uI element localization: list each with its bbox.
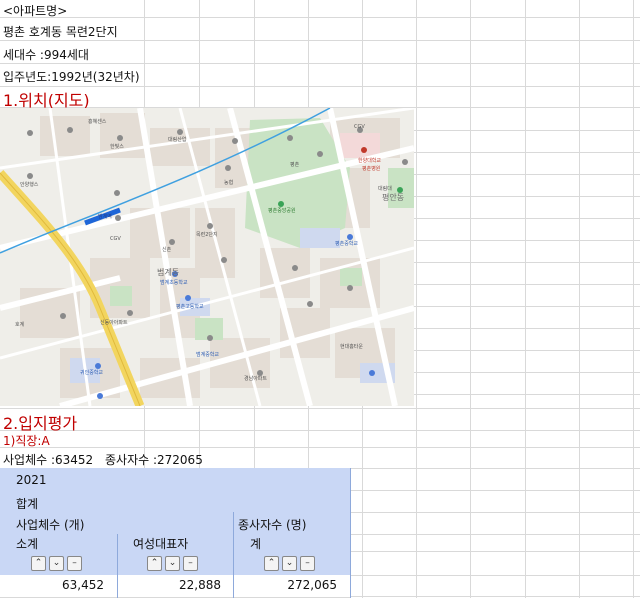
map-label: 범계초등학교 — [160, 279, 188, 286]
map-label: 평촌중학교 — [335, 240, 358, 247]
table-total-label[interactable]: 합계 — [16, 495, 38, 512]
table-sub-total[interactable]: 계 — [250, 535, 261, 552]
year-built[interactable]: 입주년도:1992년(32년차) — [3, 68, 140, 85]
column-divider — [633, 0, 634, 598]
map-label: CGV — [110, 236, 121, 242]
map-label: 흥혜센스 — [88, 118, 107, 125]
map-label: 평촌병원 — [362, 165, 381, 172]
table-sub-female[interactable]: 여성대표자 — [133, 535, 188, 552]
value-business[interactable]: 63,452 — [0, 578, 104, 592]
minus-icon[interactable]: – — [67, 556, 82, 571]
map-label: 평촌중앙공원 — [268, 207, 296, 214]
map-label: 호계 — [15, 321, 25, 328]
apartment-header-label[interactable]: <아파트명> — [3, 2, 67, 19]
sort-down-icon[interactable]: ⌄ — [165, 556, 180, 571]
sort-up-icon[interactable]: ⌃ — [147, 556, 162, 571]
map-label: 신동아아파트 — [100, 319, 128, 326]
value-employee[interactable]: 272,065 — [233, 578, 337, 592]
row-divider — [0, 63, 640, 64]
row-divider — [0, 408, 640, 409]
households-count[interactable]: 세대수 :994세대 — [3, 46, 89, 63]
row-divider — [0, 17, 640, 18]
map-label: 한양대학교 — [358, 157, 381, 164]
table-col-business[interactable]: 사업체수 (개) — [16, 516, 84, 533]
employee-count[interactable]: 종사자수 :272065 — [105, 451, 203, 468]
sort-down-icon[interactable]: ⌄ — [49, 556, 64, 571]
map-area-label: 평안동 — [382, 192, 404, 202]
row-divider — [0, 430, 640, 431]
value-female[interactable]: 22,888 — [117, 578, 221, 592]
table-header-row — [0, 490, 351, 513]
table-header-row — [0, 468, 351, 491]
map-label: 평촌고등학교 — [176, 303, 204, 310]
sort-down-icon[interactable]: ⌄ — [282, 556, 297, 571]
map-label: 안양행스 — [20, 181, 39, 188]
table-col-employee[interactable]: 종사자수 (명) — [238, 516, 306, 533]
column-divider — [579, 0, 580, 598]
row-divider — [0, 447, 640, 448]
map-label: 한빛스 — [110, 143, 124, 150]
map-label: 대림대 — [378, 185, 392, 192]
map-label: 대림산업 — [168, 136, 186, 143]
business-count[interactable]: 사업체수 :63452 — [3, 451, 93, 468]
map-area-label: 범계동 — [157, 267, 179, 277]
map-label: 평촌 — [290, 161, 300, 168]
minus-icon[interactable]: – — [300, 556, 315, 571]
subsection-workplace-title[interactable]: 1)직장:A — [3, 432, 50, 449]
table-year[interactable]: 2021 — [16, 473, 47, 487]
apartment-name[interactable]: 평촌 호계동 목련2단지 — [3, 23, 118, 40]
column-divider — [525, 0, 526, 598]
map-image: 흥혜센스 한빛스 대림산업 안양행스 농협 CGV CGV 평촌 범계역 범계동… — [0, 108, 414, 406]
section-evaluation-title[interactable]: 2.입지평가 — [3, 410, 77, 434]
map-label: 목련2단지 — [196, 231, 218, 238]
column-divider — [416, 0, 417, 598]
map-label: 귀인중학교 — [80, 369, 103, 376]
minus-icon[interactable]: – — [183, 556, 198, 571]
table-border — [350, 468, 351, 598]
statistics-table: 2021 합계 사업체수 (개) 종사자수 (명) 소계 여성대표자 계 ⌃ ⌄… — [0, 468, 351, 598]
map-label: CGV — [354, 124, 365, 130]
map-label: 범계역 — [98, 213, 112, 220]
sort-up-icon[interactable]: ⌃ — [264, 556, 279, 571]
map-label: 신촌 — [162, 246, 172, 253]
location-map[interactable]: 흥혜센스 한빛스 대림산업 안양행스 농협 CGV CGV 평촌 범계역 범계동… — [0, 108, 414, 406]
table-sub-subtotal[interactable]: 소계 — [16, 535, 38, 552]
map-label: 현대홈타운 — [340, 343, 363, 350]
map-label: 농협 — [224, 179, 233, 186]
map-label: 범계중학교 — [196, 351, 219, 358]
map-label: 경남아파트 — [244, 375, 267, 382]
row-divider — [0, 86, 640, 87]
sort-up-icon[interactable]: ⌃ — [31, 556, 46, 571]
row-divider — [0, 40, 640, 41]
column-divider — [470, 0, 471, 598]
